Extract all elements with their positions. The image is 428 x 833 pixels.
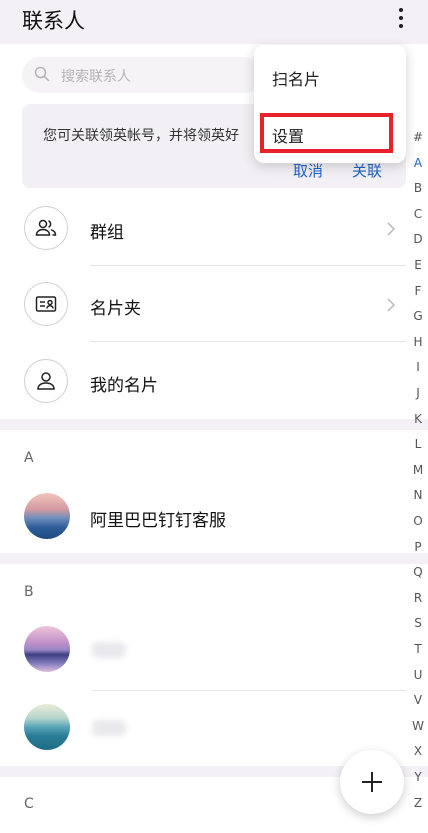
- search-icon: [34, 66, 50, 82]
- divider: [90, 341, 406, 342]
- index-letter[interactable]: U: [408, 668, 428, 682]
- contact-name-blurred[interactable]: [92, 720, 126, 736]
- search-placeholder: 搜索联系人: [61, 69, 131, 85]
- index-letter[interactable]: X: [408, 744, 428, 758]
- index-letter[interactable]: N: [408, 488, 428, 502]
- contact-name[interactable]: 阿里巴巴钉钉客服: [90, 506, 226, 531]
- contact-name-blurred[interactable]: [92, 642, 126, 658]
- index-letter[interactable]: W: [408, 719, 428, 733]
- highlight-box: [260, 113, 393, 153]
- index-letter[interactable]: P: [408, 540, 428, 554]
- chevron-right-icon: [387, 298, 396, 312]
- index-letter[interactable]: #: [408, 130, 428, 144]
- index-letter[interactable]: I: [408, 360, 428, 374]
- plus-icon: [362, 772, 382, 792]
- index-letter[interactable]: G: [408, 309, 428, 323]
- index-letter[interactable]: L: [408, 437, 428, 451]
- index-letter[interactable]: H: [408, 335, 428, 349]
- group-icon: [24, 206, 68, 250]
- index-letter[interactable]: S: [408, 616, 428, 630]
- index-letter[interactable]: F: [408, 284, 428, 298]
- index-letter[interactable]: O: [408, 514, 428, 528]
- row-label-my-card[interactable]: 我的名片: [90, 371, 158, 396]
- section-separator: [0, 419, 428, 430]
- index-letter[interactable]: J: [408, 386, 428, 400]
- index-letter[interactable]: K: [408, 412, 428, 426]
- index-letter[interactable]: C: [408, 207, 428, 221]
- section-header-c: C: [24, 796, 34, 812]
- divider: [90, 265, 406, 266]
- avatar: [24, 704, 70, 750]
- person-icon: [24, 359, 68, 403]
- index-letter[interactable]: B: [408, 181, 428, 195]
- page-title: 联系人: [22, 9, 85, 33]
- index-letter[interactable]: T: [408, 642, 428, 656]
- index-letter[interactable]: Y: [408, 770, 428, 784]
- section-separator: [0, 553, 428, 564]
- index-letter[interactable]: M: [408, 463, 428, 477]
- section-header-b: B: [24, 584, 34, 600]
- row-label-group[interactable]: 群组: [90, 218, 124, 243]
- link-account-button[interactable]: 关联: [352, 160, 382, 181]
- avatar: [24, 626, 70, 672]
- menu-item-scan-card[interactable]: 扫名片: [272, 66, 320, 90]
- index-letter[interactable]: V: [408, 693, 428, 707]
- index-letter[interactable]: A: [408, 156, 428, 170]
- row-label-card-holder[interactable]: 名片夹: [90, 294, 141, 319]
- more-options-icon[interactable]: [388, 4, 414, 32]
- chevron-right-icon: [387, 222, 396, 236]
- add-contact-button[interactable]: [340, 750, 404, 814]
- avatar: [24, 493, 70, 539]
- index-letter[interactable]: R: [408, 591, 428, 605]
- business-card-icon: [24, 282, 68, 326]
- index-letter[interactable]: E: [408, 258, 428, 272]
- search-input[interactable]: [22, 57, 262, 93]
- index-letter[interactable]: Z: [408, 796, 428, 810]
- index-letter[interactable]: Q: [408, 565, 428, 579]
- banner-text: 您可关联领英帐号，并将领英好: [43, 128, 239, 144]
- section-header-a: A: [24, 450, 34, 466]
- divider: [92, 690, 406, 691]
- index-letter[interactable]: D: [408, 232, 428, 246]
- cancel-button[interactable]: 取消: [293, 160, 323, 181]
